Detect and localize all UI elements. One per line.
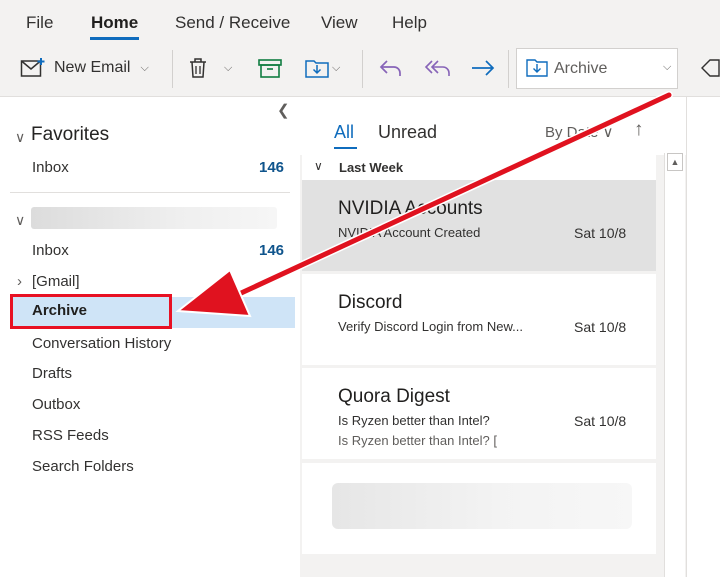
- reply-all-button[interactable]: [424, 58, 452, 78]
- new-email-icon: [20, 57, 46, 79]
- folder-search-folders[interactable]: Search Folders: [32, 458, 134, 475]
- favorites-inbox[interactable]: Inbox: [32, 159, 69, 176]
- chevron-right-icon[interactable]: ›: [17, 273, 22, 290]
- message-sender: NVIDIA Accounts: [338, 198, 483, 219]
- tab-home[interactable]: Home: [91, 13, 138, 33]
- tab-help[interactable]: Help: [392, 13, 427, 33]
- account-name-redacted[interactable]: [31, 207, 277, 229]
- move-button[interactable]: ⌵: [304, 57, 340, 79]
- group-label: Last Week: [339, 160, 404, 175]
- message-date: Sat 10/8: [574, 319, 627, 335]
- chevron-down-icon: ∨: [602, 124, 614, 141]
- trash-icon: [188, 57, 208, 79]
- active-tab-indicator: [90, 37, 139, 40]
- message-date: Sat 10/8: [574, 413, 627, 429]
- tag-icon: [700, 58, 720, 78]
- collapse-pane-icon[interactable]: ❮: [277, 101, 290, 119]
- filter-unread[interactable]: Unread: [378, 122, 437, 143]
- new-email-label: New Email: [54, 59, 131, 76]
- message-preview: Is Ryzen better than Intel? [: [338, 433, 497, 448]
- ribbon-tabs: File Home Send / Receive View Help: [0, 0, 720, 44]
- message-sender: Quora Digest: [338, 386, 450, 407]
- folder-gmail[interactable]: [Gmail]: [32, 273, 80, 290]
- chevron-down-icon[interactable]: ∨: [314, 159, 323, 173]
- sort-label: By Date: [545, 124, 599, 141]
- message-subject: Verify Discord Login from New...: [338, 319, 523, 334]
- scroll-up-icon[interactable]: ▲: [667, 153, 683, 171]
- quick-step-value: Archive: [554, 60, 608, 77]
- toolbar-divider: [172, 50, 173, 88]
- chevron-down-icon[interactable]: ∨: [15, 212, 25, 229]
- folder-pane: ❮ ∨ Favorites Inbox 146 ∨ Inbox 146 › [G…: [0, 97, 300, 577]
- pane-divider: [10, 192, 290, 193]
- message-list-pane: All Unread By Date ∨ ↑ ∨ Last Week NVIDI…: [300, 97, 686, 577]
- delete-button[interactable]: ⌵: [188, 57, 232, 79]
- reading-pane: [686, 97, 719, 577]
- archive-button[interactable]: [258, 58, 282, 78]
- message-list-scrollbar[interactable]: ▲: [664, 153, 685, 577]
- message-subject: NVIDIA Account Created: [338, 225, 481, 240]
- message-item-selected[interactable]: NVIDIA Accounts NVIDIA Account Created S…: [302, 180, 656, 271]
- redacted-message-content: [332, 483, 632, 529]
- message-subject: Is Ryzen better than Intel?: [338, 413, 490, 428]
- message-item[interactable]: Quora Digest Is Ryzen better than Intel?…: [302, 368, 656, 459]
- message-sender: Discord: [338, 292, 403, 313]
- reply-button[interactable]: [378, 58, 404, 78]
- tab-file[interactable]: File: [26, 13, 53, 33]
- archive-icon: [258, 58, 282, 78]
- group-header[interactable]: ∨ Last Week: [302, 155, 656, 180]
- forward-icon: [470, 58, 496, 78]
- move-to-folder-icon: [304, 57, 330, 79]
- overflow-button[interactable]: [700, 58, 720, 78]
- folder-conversation-history[interactable]: Conversation History: [32, 335, 171, 352]
- filter-bar: All Unread By Date ∨ ↑: [300, 97, 686, 155]
- message-item[interactable]: Discord Verify Discord Login from New...…: [302, 274, 656, 365]
- folder-archive[interactable]: Archive: [32, 302, 87, 319]
- chevron-down-icon[interactable]: ∨: [15, 129, 25, 146]
- sort-dropdown[interactable]: By Date ∨: [545, 123, 614, 141]
- chevron-down-icon[interactable]: ⌵: [332, 62, 340, 75]
- quick-step-select[interactable]: Archive ⌵: [516, 48, 678, 89]
- message-date: Sat 10/8: [574, 225, 627, 241]
- ribbon-toolbar: New Email ⌵ ⌵ ⌵ Archive ⌵: [0, 44, 720, 97]
- filter-all[interactable]: All: [334, 122, 354, 143]
- folder-inbox[interactable]: Inbox: [32, 242, 69, 259]
- message-item-redacted[interactable]: [302, 463, 656, 554]
- new-email-button[interactable]: New Email ⌵: [20, 57, 149, 79]
- tab-send-receive[interactable]: Send / Receive: [175, 13, 290, 33]
- reply-icon: [378, 58, 404, 78]
- toolbar-divider: [508, 50, 509, 88]
- folder-drafts[interactable]: Drafts: [32, 365, 72, 382]
- unread-count: 146: [259, 242, 285, 259]
- move-to-folder-icon: [525, 58, 549, 83]
- chevron-down-icon[interactable]: ⌵: [140, 62, 148, 75]
- folder-rss-feeds[interactable]: RSS Feeds: [32, 427, 109, 444]
- active-filter-indicator: [334, 147, 357, 149]
- favorites-header[interactable]: Favorites: [31, 124, 109, 146]
- reply-all-icon: [424, 58, 452, 78]
- chevron-down-icon[interactable]: ⌵: [663, 61, 671, 74]
- chevron-down-icon[interactable]: ⌵: [224, 62, 232, 75]
- forward-button[interactable]: [470, 58, 496, 78]
- annotation-highlight-box: Archive: [10, 294, 172, 329]
- folder-outbox[interactable]: Outbox: [32, 396, 80, 413]
- sort-direction-icon[interactable]: ↑: [634, 119, 644, 141]
- toolbar-divider: [362, 50, 363, 88]
- unread-count: 146: [259, 159, 285, 176]
- tab-view[interactable]: View: [321, 13, 358, 33]
